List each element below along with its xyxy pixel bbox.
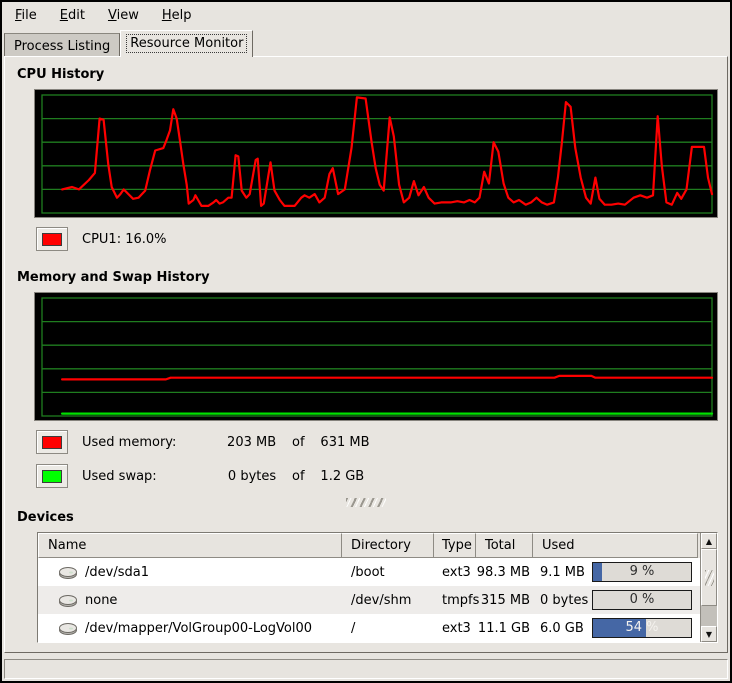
menu-edit[interactable]: Edit — [51, 5, 94, 26]
device-used: 6.0 GB — [540, 621, 584, 636]
tab-label: Process Listing — [11, 38, 113, 55]
column-header-total[interactable]: Total — [476, 533, 533, 558]
usage-percent-label: 9 % — [593, 563, 691, 581]
device-used: 0 bytes — [540, 593, 588, 608]
used-memory-value: 203 MB — [204, 435, 276, 450]
used-memory-label: Used memory: — [82, 435, 200, 450]
devices-table-header: Name Directory Type Total Used — [38, 533, 700, 558]
device-total: 11.1 GB — [476, 614, 533, 642]
scrollbar-track[interactable] — [701, 606, 717, 626]
cpu-history-graph — [34, 89, 718, 218]
used-swap-legend: Used swap: 0 bytes of 1.2 GB — [36, 464, 727, 488]
device-total: 315 MB — [476, 586, 533, 614]
pane-resize-grip[interactable] — [346, 498, 386, 507]
device-type: ext3 — [434, 558, 476, 586]
cpu-legend: CPU1: 16.0% — [36, 227, 727, 251]
memory-total-value: 631 MB — [320, 435, 369, 450]
tab-resource-monitor[interactable]: Resource Monitor — [120, 30, 253, 57]
device-directory: /boot — [342, 558, 434, 586]
device-type: ext3 — [434, 614, 476, 642]
tab-process-listing[interactable]: Process Listing — [4, 33, 120, 56]
memory-history-title: Memory and Swap History — [17, 270, 727, 285]
used-swap-value: 0 bytes — [204, 469, 276, 484]
menu-view[interactable]: View — [99, 5, 148, 26]
device-name: none — [85, 593, 117, 608]
menu-help[interactable]: Help — [153, 5, 201, 26]
device-used: 9.1 MB — [540, 565, 585, 580]
swap-color-swatch — [42, 470, 62, 483]
scroll-down-button[interactable]: ▼ — [701, 626, 717, 642]
scrollbar-thumb[interactable] — [701, 549, 717, 606]
memory-swap-graph — [34, 292, 718, 421]
used-memory-of: of — [280, 435, 316, 450]
swap-total-value: 1.2 GB — [320, 469, 364, 484]
devices-table: Name Directory Type Total Used /dev/sda1 — [37, 532, 718, 643]
device-total: 98.3 MB — [476, 558, 533, 586]
system-monitor-window: File Edit View Help Process Listing Reso… — [0, 0, 732, 683]
column-header-type[interactable]: Type — [434, 533, 476, 558]
device-name: /dev/sda1 — [85, 565, 149, 580]
disk-icon — [58, 621, 78, 636]
usage-progress-bar: 9 % — [592, 562, 692, 582]
menu-file[interactable]: File — [6, 5, 46, 26]
column-header-used[interactable]: Used — [533, 533, 698, 558]
disk-icon — [58, 593, 78, 608]
table-row[interactable]: none /dev/shm tmpfs 315 MB 0 bytes 0 % — [38, 586, 700, 614]
device-directory: / — [342, 614, 434, 642]
table-row[interactable]: /dev/mapper/VolGroup00-LogVol00 / ext3 1… — [38, 614, 700, 642]
usage-percent-label: 0 % — [593, 591, 691, 609]
vertical-scrollbar[interactable]: ▲ ▼ — [700, 533, 717, 642]
usage-progress-bar: 54 % — [592, 618, 692, 638]
menubar: File Edit View Help — [2, 2, 730, 29]
device-directory: /dev/shm — [342, 586, 434, 614]
disk-icon — [58, 565, 78, 580]
used-memory-legend: Used memory: 203 MB of 631 MB — [36, 430, 727, 454]
memory-color-swatch — [42, 436, 62, 449]
cpu-color-swatch — [42, 233, 62, 246]
devices-title: Devices — [17, 510, 727, 525]
memory-color-swatch-button[interactable] — [36, 430, 68, 454]
tab-strip: Process Listing Resource Monitor — [2, 29, 730, 56]
column-header-name[interactable]: Name — [38, 533, 342, 558]
tab-label: Resource Monitor — [127, 35, 246, 52]
column-header-directory[interactable]: Directory — [342, 533, 434, 558]
device-type: tmpfs — [434, 586, 476, 614]
resource-monitor-page: CPU History CPU1: 16.0% Memory and Swap … — [4, 56, 728, 653]
device-name: /dev/mapper/VolGroup00-LogVol00 — [85, 621, 312, 636]
table-row[interactable]: /dev/sda1 /boot ext3 98.3 MB 9.1 MB 9 % — [38, 558, 700, 586]
usage-percent-label: 54 % — [593, 619, 691, 637]
status-bar — [4, 659, 728, 679]
swap-color-swatch-button[interactable] — [36, 464, 68, 488]
cpu-history-title: CPU History — [17, 67, 727, 82]
used-swap-of: of — [280, 469, 316, 484]
usage-progress-bar: 0 % — [592, 590, 692, 610]
cpu-legend-label: CPU1: 16.0% — [82, 232, 167, 247]
cpu-color-swatch-button[interactable] — [36, 227, 68, 251]
used-swap-label: Used swap: — [82, 469, 200, 484]
scroll-up-button[interactable]: ▲ — [701, 533, 717, 549]
scrollbar-thumb-grip — [705, 570, 714, 586]
